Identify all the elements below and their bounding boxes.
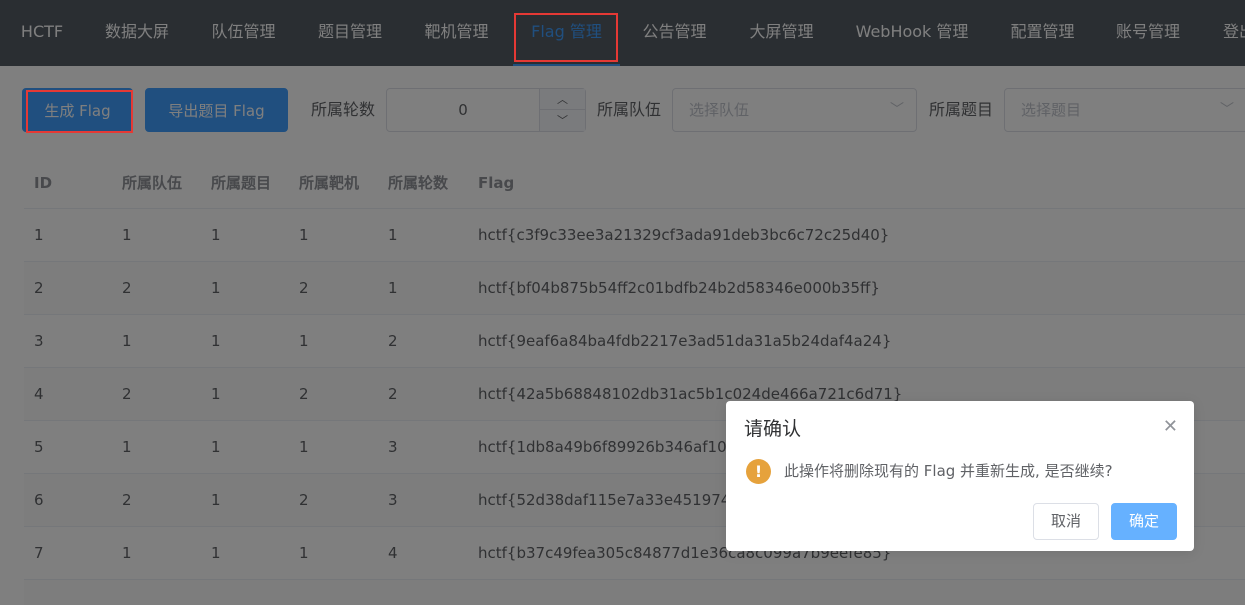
dialog-message: 此操作将删除现有的 Flag 并重新生成, 是否继续? xyxy=(784,462,1113,480)
warning-icon: ! xyxy=(746,459,771,484)
cancel-button[interactable]: 取消 xyxy=(1033,503,1099,540)
confirm-button[interactable]: 确定 xyxy=(1111,503,1177,540)
dialog-title: 请确认 xyxy=(744,418,802,440)
confirm-dialog: 请确认 ✕ ! 此操作将删除现有的 Flag 并重新生成, 是否继续? 取消 确… xyxy=(726,401,1194,551)
close-icon[interactable]: ✕ xyxy=(1163,415,1178,439)
